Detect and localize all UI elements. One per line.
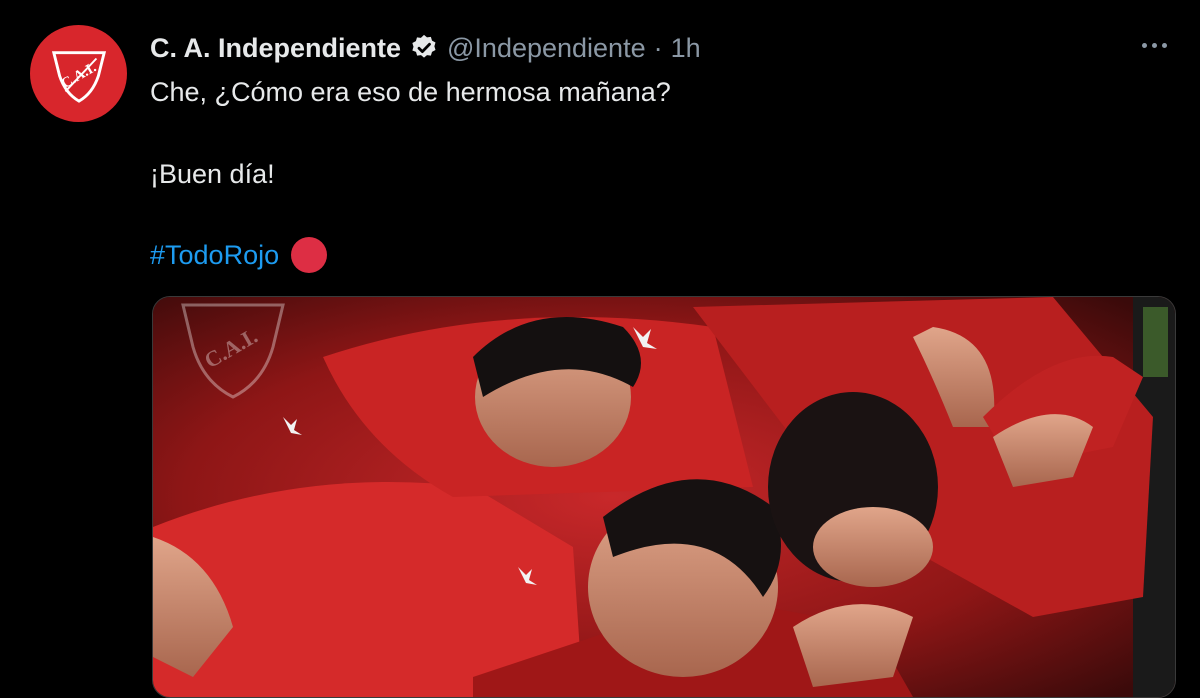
tweet-media-photo[interactable]: C.A.I. [152,296,1176,698]
club-crest-icon: C.A.I. [51,50,106,103]
tweet-text-line-1: Che, ¿Cómo era eso de hermosa mañana? [150,77,671,107]
separator-dot: · [653,32,663,63]
tweet-header: C. A. Independiente @Independiente · 1h [150,28,701,68]
tweet-text-line-2: ¡Buen día! [150,159,275,189]
players-celebrating-photo: C.A.I. [153,297,1175,697]
red-circle-emoji [291,237,328,273]
hashtag-link[interactable]: #TodoRojo [150,240,279,271]
tweet-text-line-3: #TodoRojo [150,237,328,273]
display-name[interactable]: C. A. Independiente [150,33,401,64]
more-horizontal-icon[interactable] [1136,30,1172,60]
avatar[interactable]: C.A.I. [30,25,127,122]
timestamp[interactable]: 1h [671,33,701,64]
verified-badge-icon [409,33,439,63]
user-handle[interactable]: @Independiente [447,33,646,64]
